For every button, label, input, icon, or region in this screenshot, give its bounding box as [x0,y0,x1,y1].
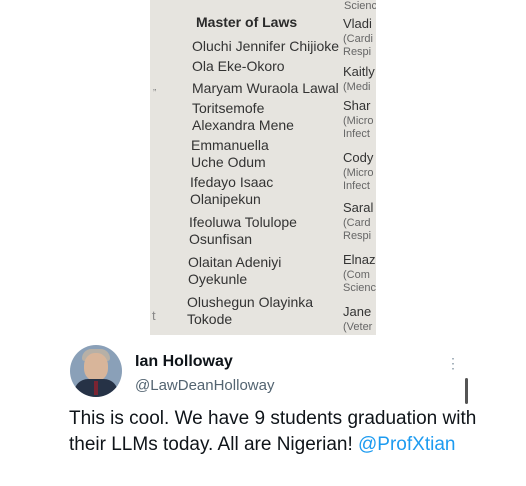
graduate-name: Ifeoluwa Tolulope Osunfisan [189,214,297,247]
more-options-icon[interactable]: ⋮ [446,355,460,372]
program-photo: Master of Laws Oluchi Jennifer Chijioke … [150,0,376,335]
right-column-text: (Medi [343,81,371,93]
graduate-name: Olaitan Adeniyi Oyekunle [188,254,282,287]
right-column-name: Saral [343,200,374,215]
mention-link[interactable]: @ProfXtian [358,434,455,455]
right-column-name: Jane [343,304,372,319]
right-column-name: Kaitly [343,64,375,79]
right-column-text: (Cardi [343,33,373,45]
right-column-text: Respi [343,46,372,58]
avatar[interactable] [70,345,122,397]
avatar-tie [94,381,98,395]
right-column-text: Scienc [344,0,376,12]
tweet-text: This is cool. We have 9 students graduat… [69,406,489,458]
graduate-name: Ola Eke-Okoro [192,58,285,74]
right-column-text: (Micro [343,167,374,179]
graduate-name: Maryam Wuraola Lawal [192,80,339,96]
right-column-name: Cody [343,150,374,165]
graduate-name: Oluchi Jennifer Chijioke [192,38,340,54]
user-handle[interactable]: @LawDeanHolloway [135,377,274,394]
right-column-text: (Micro [343,115,374,127]
right-column-text: Infect [343,128,370,140]
right-column-name: Shar [343,98,371,113]
right-column-text: Scienc [343,282,376,294]
right-column-text: (Com [343,269,370,281]
margin-mark: ” [153,88,157,99]
blank-margin [0,0,150,335]
section-heading: Master of Laws [196,14,298,30]
scrollbar[interactable] [465,378,468,404]
graduate-name: Emmanuella Uche Odum [191,137,269,170]
right-column-text: Infect [343,180,370,192]
right-column-text: (Card [343,217,371,229]
right-column-text: (Veter [343,321,373,333]
right-column-name: Vladi [343,16,372,31]
display-name[interactable]: Ian Holloway [135,353,233,371]
avatar-face [84,353,108,381]
graduate-name: Toritsemofe Alexandra Mene [192,100,294,133]
graduate-name: Olushegun Olayinka Tokode [187,294,314,327]
graduate-name: Ifedayo Isaac Olanipekun [190,174,274,207]
right-column-name: Elnaz [343,252,376,267]
margin-mark: t [152,308,156,323]
right-column-text: Respi [343,230,372,242]
